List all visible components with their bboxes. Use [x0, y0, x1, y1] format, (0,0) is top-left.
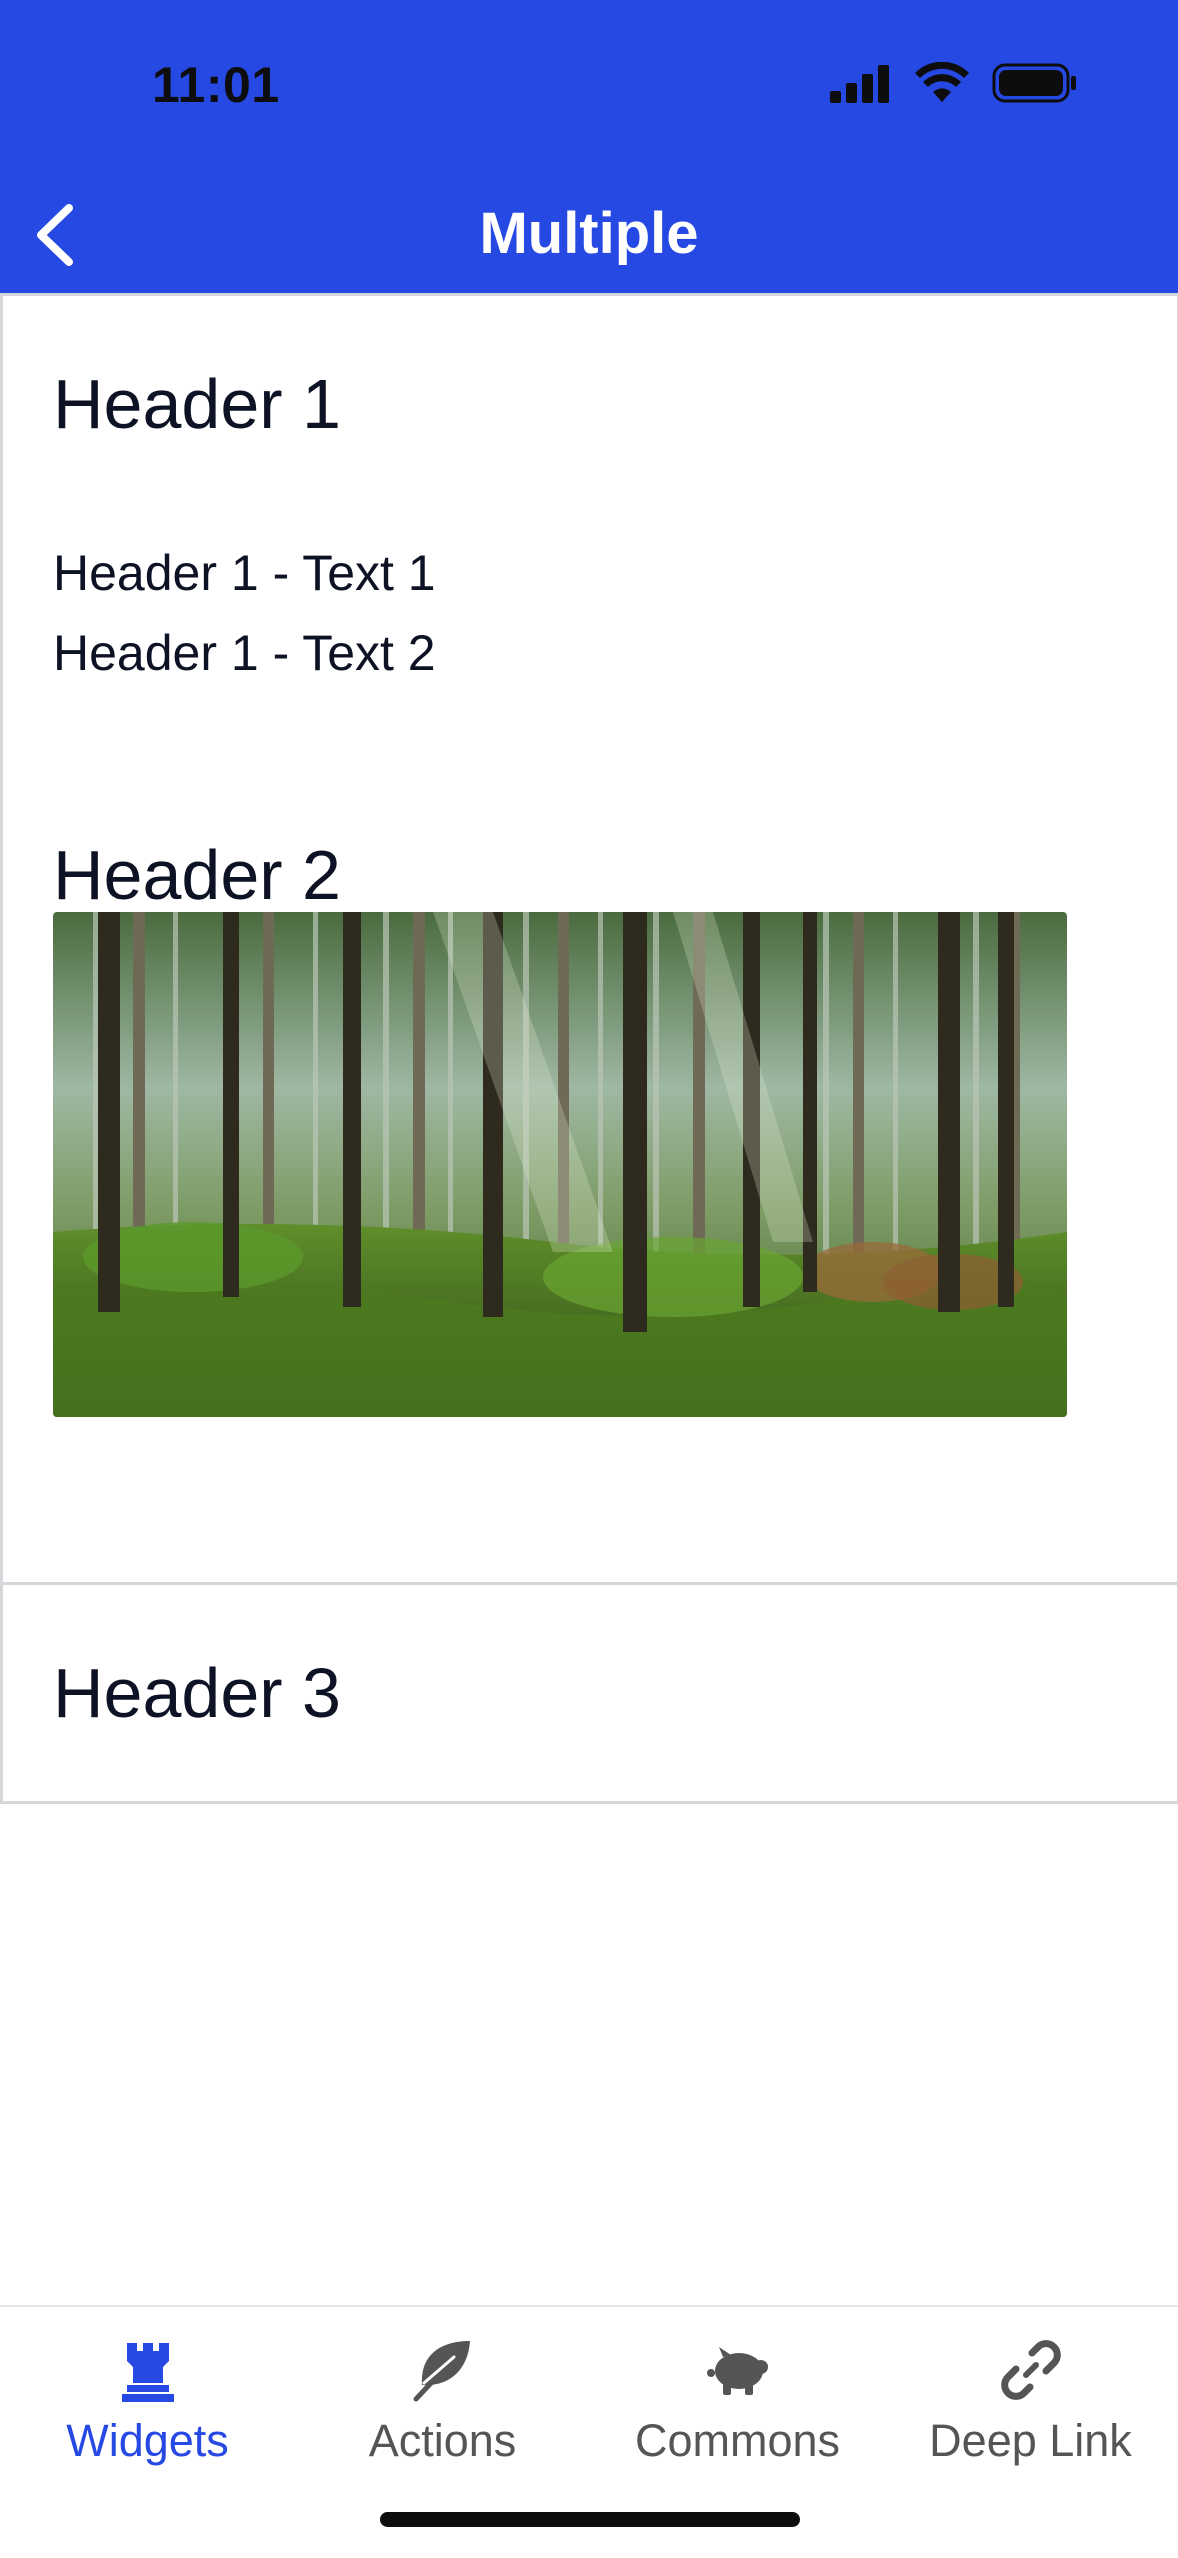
forest-image	[53, 912, 1067, 1417]
section-header-2: Header 2	[0, 767, 1178, 1585]
tab-label: Widgets	[66, 2415, 229, 2466]
status-time: 11:01	[152, 57, 280, 113]
home-indicator[interactable]	[380, 2512, 800, 2527]
section-text-1: Header 1 - Text 1	[53, 545, 436, 601]
leaf-icon	[408, 2335, 478, 2405]
piggy-bank-icon	[703, 2335, 773, 2405]
cellular-signal-icon	[830, 63, 892, 108]
battery-icon	[992, 63, 1078, 108]
wifi-icon	[914, 61, 970, 109]
tab-actions[interactable]: Actions	[295, 2327, 590, 2477]
page-title: Multiple	[479, 201, 699, 266]
section-text-2: Header 1 - Text 2	[53, 625, 436, 681]
rook-icon	[113, 2335, 183, 2405]
top-bar: 11:01 Multiple	[0, 0, 1178, 293]
tab-label: Deep Link	[929, 2415, 1132, 2466]
status-icons	[830, 61, 1078, 109]
link-icon	[996, 2335, 1066, 2405]
tab-label: Commons	[634, 2415, 841, 2466]
section-title: Header 3	[53, 1654, 341, 1732]
section-header-3: Header 3	[0, 1585, 1178, 1804]
tab-deep-link[interactable]: Deep Link	[883, 2327, 1178, 2477]
tab-commons[interactable]: Commons	[590, 2327, 885, 2477]
section-title: Header 1	[53, 365, 341, 443]
tab-label: Actions	[368, 2415, 517, 2466]
tab-widgets[interactable]: Widgets	[0, 2327, 295, 2477]
section-header-1: Header 1 Header 1 - Text 1 Header 1 - Te…	[0, 293, 1178, 770]
section-title: Header 2	[53, 836, 341, 914]
